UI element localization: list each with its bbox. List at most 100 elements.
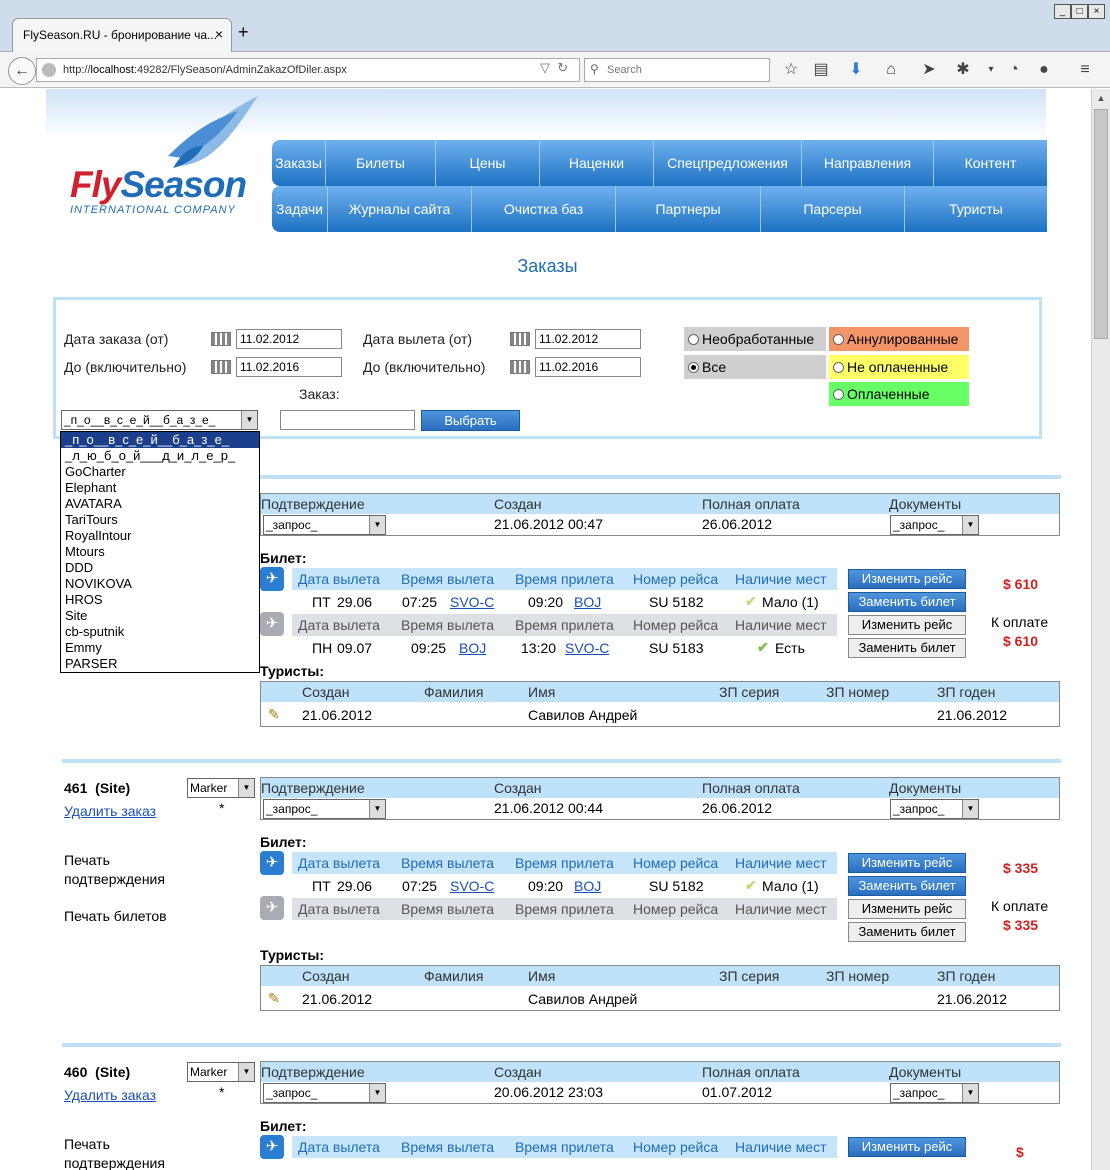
dropdown-icon[interactable]: ▾	[980, 58, 1002, 82]
search-input[interactable]: Search	[584, 58, 770, 82]
leg-to-link[interactable]: SVO-C	[565, 640, 609, 656]
reload-icon[interactable]: ▽ ↻	[540, 60, 568, 76]
confirm-select[interactable]: _запрос_ ▼	[263, 1083, 386, 1103]
docs-select[interactable]: _запрос_ ▼	[890, 799, 979, 819]
order-date-from-input[interactable]: 11.02.2012	[236, 329, 342, 349]
print-tickets-link[interactable]: Печать билетов	[64, 908, 167, 924]
delete-order-link[interactable]: Удалить заказ	[64, 803, 156, 819]
scroll-up-icon[interactable]: ▲	[1092, 89, 1110, 107]
dropdown-item[interactable]: RoyalIntour	[61, 528, 259, 544]
menu-item-tasks[interactable]: Задачи	[272, 186, 328, 232]
home-icon[interactable]: ⌂	[880, 58, 902, 82]
confirm-select[interactable]: _запрос_ ▼	[263, 515, 386, 535]
close-window-icon[interactable]: ×	[1088, 4, 1105, 19]
replace-ticket-button[interactable]: Заменить билет	[848, 638, 966, 658]
extension-icon[interactable]: ✱	[952, 58, 974, 82]
docs-select[interactable]: _запрос_ ▼	[890, 1083, 979, 1103]
menu-item-parsers[interactable]: Парсеры	[761, 186, 905, 232]
menu-item-tickets[interactable]: Билеты	[326, 140, 436, 186]
menu-item-prices[interactable]: Цены	[436, 140, 540, 186]
radio-paid[interactable]: Оплаченные	[829, 382, 969, 406]
order-input[interactable]	[280, 410, 415, 430]
order-date-to-input[interactable]: 11.02.2016	[236, 357, 342, 377]
dropdown-item[interactable]: PARSER	[61, 656, 259, 672]
reading-list-icon[interactable]: ▤	[810, 58, 832, 82]
radio-unpaid[interactable]: Не оплаченные	[829, 355, 969, 379]
print-confirm-link[interactable]: Печать подтверждения	[64, 851, 184, 889]
docs-select[interactable]: _запрос_ ▼	[890, 515, 979, 535]
menu-item-orders[interactable]: Заказы	[272, 140, 326, 186]
print-confirm-link[interactable]: Печать подтверждения	[64, 1135, 184, 1170]
bookmark-star-icon[interactable]: ☆	[780, 58, 802, 82]
radio-all[interactable]: Все	[684, 355, 826, 379]
download-icon[interactable]: ⬇	[845, 58, 867, 82]
radio-cancelled[interactable]: Аннулированные	[829, 327, 969, 351]
back-icon[interactable]: ←	[8, 57, 36, 85]
price: $	[1016, 1144, 1024, 1160]
dropdown-item[interactable]: HROS	[61, 592, 259, 608]
scrollbar[interactable]: ▲	[1091, 89, 1110, 1170]
dropdown-item[interactable]: DDD	[61, 560, 259, 576]
dep-date-to-input[interactable]: 11.02.2016	[535, 357, 641, 377]
dropdown-item[interactable]: Site	[61, 608, 259, 624]
dep-date-from-input[interactable]: 11.02.2012	[535, 329, 641, 349]
menu-icon[interactable]: ≡	[1074, 58, 1096, 82]
sync-icon[interactable]: ◔	[1003, 58, 1025, 82]
calendar-icon[interactable]	[510, 360, 530, 374]
change-flight-button[interactable]: Изменить рейс	[848, 899, 966, 919]
menu-item-tourists[interactable]: Туристы	[905, 186, 1047, 232]
marker-select[interactable]: Marker ▼	[187, 1062, 255, 1082]
dropdown-item[interactable]: _п_о__в_с_е_й__б_а_з_е_	[61, 432, 259, 448]
delete-order-link[interactable]: Удалить заказ	[64, 1087, 156, 1103]
menu-item-clean-db[interactable]: Очистка баз	[472, 186, 616, 232]
send-icon[interactable]: ➤	[918, 58, 940, 82]
maximize-icon[interactable]: □	[1071, 4, 1088, 19]
calendar-icon[interactable]	[211, 332, 231, 346]
minimize-icon[interactable]: _	[1054, 4, 1071, 19]
edit-icon[interactable]: ✎	[268, 706, 280, 723]
menu-item-content[interactable]: Контент	[934, 140, 1047, 186]
dropdown-item[interactable]: Emmy	[61, 640, 259, 656]
browser-tab[interactable]: FlySeason.RU - бронирование ча... ×	[12, 18, 232, 52]
order-id-value: 461	[64, 780, 88, 796]
confirm-select[interactable]: _запрос_ ▼	[263, 799, 386, 819]
dropdown-item[interactable]: Elephant	[61, 480, 259, 496]
dealer-select[interactable]: _п_о__в_с_е_й__б_а_з_е_ ▼	[61, 410, 258, 430]
logo[interactable]: FlySeason	[70, 164, 247, 206]
menu-item-site-logs[interactable]: Журналы сайта	[328, 186, 472, 232]
replace-ticket-button[interactable]: Заменить билет	[848, 592, 966, 612]
replace-ticket-button[interactable]: Заменить билет	[848, 876, 966, 896]
dropdown-item[interactable]: cb-sputnik	[61, 624, 259, 640]
close-tab-icon[interactable]: ×	[215, 26, 223, 42]
url-bar[interactable]: http://localhost:49282/FlySeason/AdminZa…	[36, 58, 580, 82]
dropdown-item[interactable]: _л_ю_б_о_й___д_и_л_е_р_	[61, 448, 259, 464]
menu-item-directions[interactable]: Направления	[802, 140, 934, 186]
select-button[interactable]: Выбрать	[421, 410, 520, 431]
edit-icon[interactable]: ✎	[268, 990, 280, 1007]
replace-ticket-button[interactable]: Заменить билет	[848, 922, 966, 942]
change-flight-button[interactable]: Изменить рейс	[848, 853, 966, 873]
change-flight-button[interactable]: Изменить рейс	[848, 1137, 966, 1157]
change-flight-button[interactable]: Изменить рейс	[848, 615, 966, 635]
marker-select[interactable]: Marker ▼	[187, 778, 255, 798]
account-icon[interactable]: ●	[1033, 58, 1055, 82]
calendar-icon[interactable]	[510, 332, 530, 346]
menu-item-markups[interactable]: Наценки	[540, 140, 654, 186]
dropdown-item[interactable]: TariTours	[61, 512, 259, 528]
dropdown-item[interactable]: Mtours	[61, 544, 259, 560]
menu-item-special-offers[interactable]: Спецпредложения	[654, 140, 802, 186]
scroll-thumb[interactable]	[1094, 109, 1108, 339]
leg-from-link[interactable]: BOJ	[459, 640, 486, 656]
radio-unprocessed[interactable]: Необработанные	[684, 327, 826, 351]
leg-from-link[interactable]: SVO-C	[450, 594, 494, 610]
leg-to-link[interactable]: BOJ	[574, 878, 601, 894]
menu-item-partners[interactable]: Партнеры	[616, 186, 761, 232]
calendar-icon[interactable]	[211, 360, 231, 374]
dropdown-item[interactable]: NOVIKOVA	[61, 576, 259, 592]
dropdown-item[interactable]: AVATARA	[61, 496, 259, 512]
new-tab-icon[interactable]: +	[238, 22, 258, 43]
leg-from-link[interactable]: SVO-C	[450, 878, 494, 894]
leg-to-link[interactable]: BOJ	[574, 594, 601, 610]
change-flight-button[interactable]: Изменить рейс	[848, 569, 966, 589]
dropdown-item[interactable]: GoCharter	[61, 464, 259, 480]
